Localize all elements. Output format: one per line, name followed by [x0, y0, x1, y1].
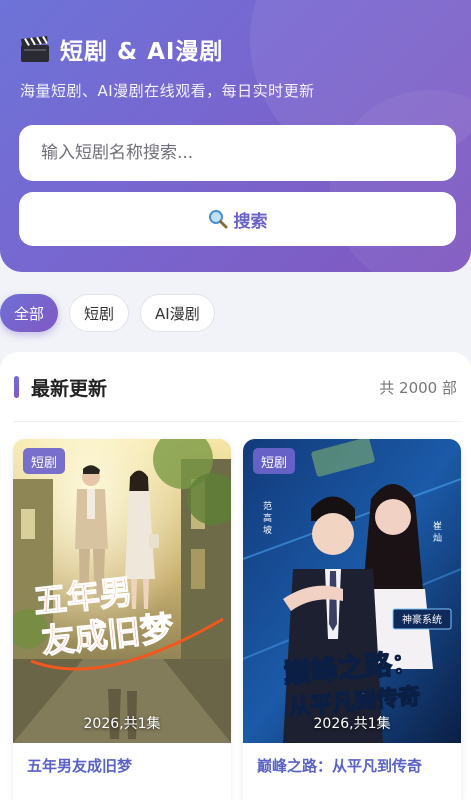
drama-title[interactable]: 巅峰之路：从平凡到传奇	[257, 755, 422, 776]
drama-card[interactable]: 五年男 友成旧梦 短剧 2026,共1集 五年男友成旧梦	[13, 439, 231, 800]
svg-text:崔: 崔	[433, 520, 442, 532]
svg-text:坡: 坡	[263, 524, 272, 536]
app-title: 短剧 & AI漫剧	[60, 39, 224, 65]
search-input[interactable]	[19, 125, 456, 181]
drama-poster[interactable]: 五年男 友成旧梦 短剧 2026,共1集	[13, 439, 231, 743]
app-subtitle: 海量短剧、AI漫剧在线观看，每日实时更新	[20, 82, 315, 100]
section-accent-bar	[14, 376, 19, 398]
drama-card[interactable]: 范 高 坡 崔 灿 神豪系统 巅峰之路： 从平凡到传奇 短剧 2026,共1集 …	[243, 439, 461, 800]
search-button-label: 搜索	[233, 211, 268, 232]
title-row: 短剧 & AI漫剧	[20, 30, 223, 68]
section-header: 最新更新 共 2000 部	[14, 372, 461, 402]
svg-text:高: 高	[263, 512, 272, 524]
filter-chip-ai-comic[interactable]: AI漫剧	[140, 294, 215, 332]
header-banner: 短剧 & AI漫剧 海量短剧、AI漫剧在线观看，每日实时更新 搜索	[0, 0, 471, 272]
poster-artwork: 范 高 坡 崔 灿 神豪系统 巅峰之路： 从平凡到传奇	[243, 439, 461, 743]
drama-poster[interactable]: 范 高 坡 崔 灿 神豪系统 巅峰之路： 从平凡到传奇 短剧 2026,共1集	[243, 439, 461, 743]
category-badge: 短剧	[253, 448, 296, 474]
poster-meta: 2026,共1集	[313, 716, 391, 732]
poster-tag: 神豪系统	[402, 613, 442, 626]
latest-section: 最新更新 共 2000 部 五年男 友成旧梦 短剧 2026,共1集 五年男友成…	[0, 352, 471, 800]
search-icon	[208, 210, 227, 229]
section-count: 共 2000 部	[379, 378, 457, 397]
search-button[interactable]: 搜索	[19, 192, 456, 246]
clapperboard-icon	[21, 35, 49, 62]
category-filters: 全部 短剧 AI漫剧	[0, 294, 226, 332]
poster-meta: 2026,共1集	[83, 716, 161, 732]
filter-chip-short-drama[interactable]: 短剧	[69, 294, 130, 332]
svg-text:灿: 灿	[433, 532, 442, 544]
section-title: 最新更新	[31, 377, 108, 400]
category-badge: 短剧	[23, 448, 66, 474]
filter-chip-all[interactable]: 全部	[0, 294, 59, 332]
poster-artwork: 五年男 友成旧梦	[13, 439, 231, 743]
svg-text:范: 范	[263, 500, 272, 512]
divider	[14, 421, 461, 422]
drama-title[interactable]: 五年男友成旧梦	[27, 755, 132, 776]
